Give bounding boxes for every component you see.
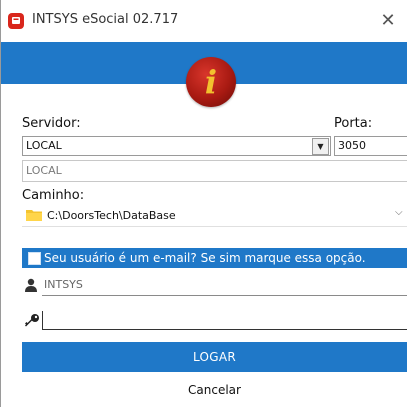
info-icon: i	[204, 63, 218, 101]
chevron-down-icon[interactable]: ▼	[312, 138, 329, 155]
window-title: INTSYS eSocial 02.717	[32, 12, 179, 27]
close-button[interactable]: ✕	[376, 9, 400, 33]
path-label: Caminho:	[22, 188, 85, 203]
login-button[interactable]: LOGAR	[22, 342, 407, 372]
app-icon	[8, 13, 24, 29]
server-select-value: LOCAL	[26, 139, 62, 152]
cancel-button[interactable]: Cancelar	[22, 380, 407, 400]
close-icon: ✕	[380, 10, 396, 31]
email-checkbox[interactable]	[28, 252, 41, 265]
folder-icon	[26, 210, 42, 221]
path-chevron-icon[interactable]: ⌵	[395, 207, 403, 218]
server-label: Servidor:	[22, 116, 81, 131]
path-value: C:\DoorsTech\DataBase	[47, 209, 176, 222]
server-select[interactable]	[22, 136, 331, 156]
email-checkbox-label[interactable]: Seu usuário é um e-mail? Se sim marque e…	[44, 251, 366, 265]
password-input[interactable]	[42, 311, 407, 330]
server-host-input[interactable]	[22, 160, 407, 182]
key-icon	[25, 314, 39, 327]
port-input-value: 3050	[338, 139, 366, 152]
server-host-value: LOCAL	[26, 164, 62, 177]
user-icon	[25, 278, 37, 292]
username-input[interactable]	[42, 295, 407, 296]
port-label: Porta:	[334, 116, 373, 131]
username-value: INTSYS	[44, 278, 83, 291]
